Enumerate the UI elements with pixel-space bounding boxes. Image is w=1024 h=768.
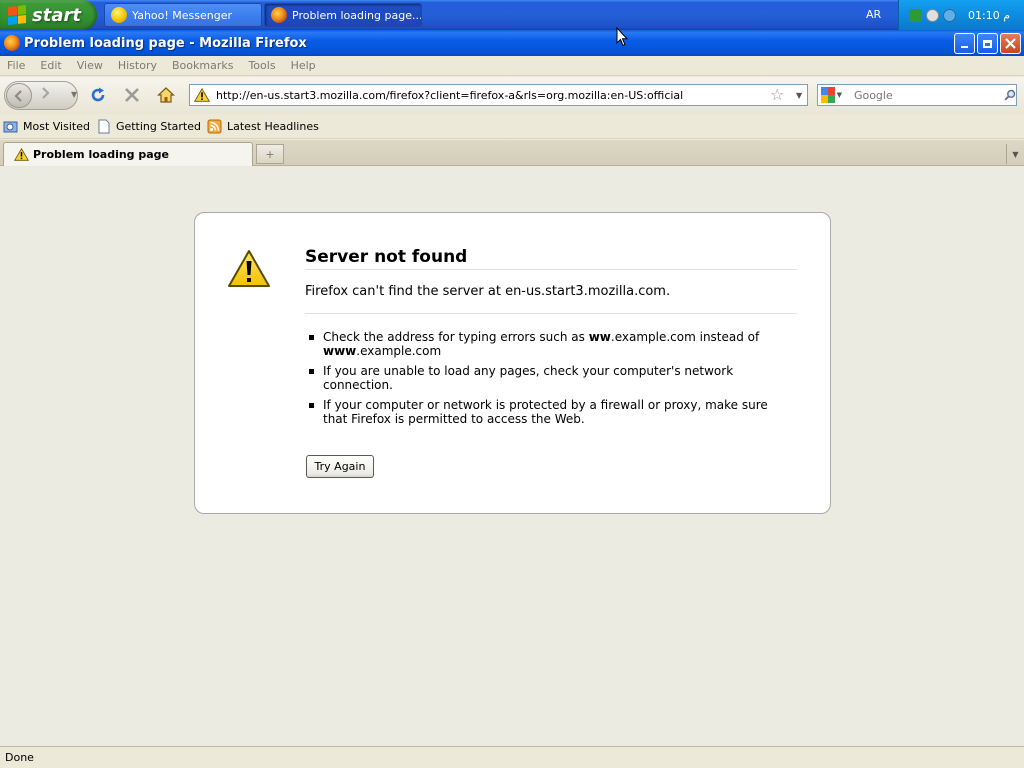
window-title-bar[interactable]: Problem loading page - Mozilla Firefox xyxy=(0,30,1024,56)
menu-bar: File Edit View History Bookmarks Tools H… xyxy=(0,56,1024,76)
bookmark-star-icon[interactable]: ☆ xyxy=(770,86,784,104)
firefox-icon xyxy=(271,7,287,23)
menu-tools[interactable]: Tools xyxy=(248,59,275,72)
bookmark-label: Most Visited xyxy=(23,120,90,133)
forward-button[interactable] xyxy=(41,87,51,103)
error-page-box: Server not found Firefox can't find the … xyxy=(194,212,831,514)
tab-strip: Problem loading page + ▼ xyxy=(0,140,1024,166)
reload-icon xyxy=(91,87,105,102)
firefox-icon xyxy=(4,35,20,51)
restore-icon xyxy=(983,39,992,48)
menu-view[interactable]: View xyxy=(77,59,103,72)
minimize-button[interactable] xyxy=(954,33,975,54)
taskbar-button-yahoo-messenger[interactable]: Yahoo! Messenger xyxy=(104,3,262,27)
back-button[interactable] xyxy=(6,83,32,108)
restore-button[interactable] xyxy=(977,33,998,54)
bookmark-most-visited[interactable]: Most Visited xyxy=(3,119,90,134)
forward-arrow-icon xyxy=(42,87,50,99)
messenger-tray-icon[interactable] xyxy=(943,8,956,22)
warning-icon xyxy=(14,148,29,161)
yahoo-messenger-icon xyxy=(111,7,127,23)
taskbar-button-label: Yahoo! Messenger xyxy=(132,8,233,22)
list-item: If you are unable to load any pages, che… xyxy=(305,364,775,392)
system-tray: 01:10 م xyxy=(898,0,1024,30)
clock[interactable]: 01:10 م xyxy=(968,9,1010,22)
new-tab-button[interactable]: + xyxy=(256,144,284,164)
list-item: Check the address for typing errors such… xyxy=(305,330,775,358)
chevron-down-icon: ▼ xyxy=(1012,149,1019,159)
back-forward-group: ▼ xyxy=(4,81,78,110)
bookmarks-toolbar: Most Visited Getting Started Latest Head… xyxy=(0,115,1024,139)
menu-file[interactable]: File xyxy=(7,59,25,72)
search-icon[interactable] xyxy=(1004,87,1016,103)
url-input[interactable] xyxy=(216,88,766,102)
tab-label: Problem loading page xyxy=(33,148,170,161)
address-bar[interactable] xyxy=(189,84,808,106)
error-description: Firefox can't find the server at en-us.s… xyxy=(305,284,797,314)
stop-icon xyxy=(125,88,139,102)
bookmark-latest-headlines[interactable]: Latest Headlines xyxy=(207,119,319,134)
status-bar: Done xyxy=(0,746,1024,768)
menu-edit[interactable]: Edit xyxy=(40,59,61,72)
list-item: If your computer or network is protected… xyxy=(305,398,775,426)
taskbar: start Yahoo! Messenger Problem loading p… xyxy=(0,0,1024,30)
menu-bookmarks[interactable]: Bookmarks xyxy=(172,59,233,72)
folder-search-icon xyxy=(3,121,18,133)
status-text: Done xyxy=(5,751,34,764)
window-title: Problem loading page - Mozilla Firefox xyxy=(24,35,307,51)
warning-icon xyxy=(228,250,270,287)
tab-problem-loading-page[interactable]: Problem loading page xyxy=(3,142,253,166)
history-dropdown-icon[interactable]: ▼ xyxy=(71,90,77,99)
error-tips-list: Check the address for typing errors such… xyxy=(305,330,775,432)
page-content: Server not found Firefox can't find the … xyxy=(0,167,1024,745)
start-label: start xyxy=(32,4,81,26)
start-button[interactable]: start xyxy=(0,0,97,30)
stop-button[interactable] xyxy=(122,85,142,105)
language-indicator[interactable]: AR xyxy=(866,8,881,21)
windows-logo-icon xyxy=(8,5,26,25)
volume-icon[interactable] xyxy=(926,8,939,22)
plus-icon: + xyxy=(265,147,275,161)
menu-help[interactable]: Help xyxy=(291,59,316,72)
page-icon xyxy=(98,119,110,134)
close-button[interactable] xyxy=(1000,33,1021,54)
taskbar-button-firefox[interactable]: Problem loading page... xyxy=(264,3,422,27)
mouse-cursor-icon xyxy=(616,27,628,47)
bookmark-label: Getting Started xyxy=(115,120,201,133)
rss-feed-icon xyxy=(207,119,222,134)
network-icon[interactable] xyxy=(909,8,922,22)
minimize-icon xyxy=(961,45,968,48)
home-icon xyxy=(157,87,175,103)
back-arrow-icon xyxy=(14,89,22,102)
error-title: Server not found xyxy=(305,247,797,270)
bookmark-label: Latest Headlines xyxy=(227,120,319,133)
menu-history[interactable]: History xyxy=(118,59,157,72)
engine-dropdown-icon[interactable]: ▼ xyxy=(837,91,842,99)
close-icon xyxy=(1005,38,1016,49)
url-history-dropdown-icon[interactable]: ▼ xyxy=(796,91,802,100)
reload-button[interactable] xyxy=(88,85,108,105)
warning-icon xyxy=(194,88,210,102)
try-again-button[interactable]: Try Again xyxy=(306,455,374,478)
tab-list-button[interactable]: ▼ xyxy=(1006,144,1024,164)
search-bar[interactable]: ▼ xyxy=(817,84,1017,106)
search-input[interactable] xyxy=(853,88,994,102)
taskbar-button-label: Problem loading page... xyxy=(292,8,422,22)
home-button[interactable] xyxy=(156,85,176,105)
google-engine-icon[interactable] xyxy=(821,87,835,103)
bookmark-getting-started[interactable]: Getting Started xyxy=(96,119,201,134)
